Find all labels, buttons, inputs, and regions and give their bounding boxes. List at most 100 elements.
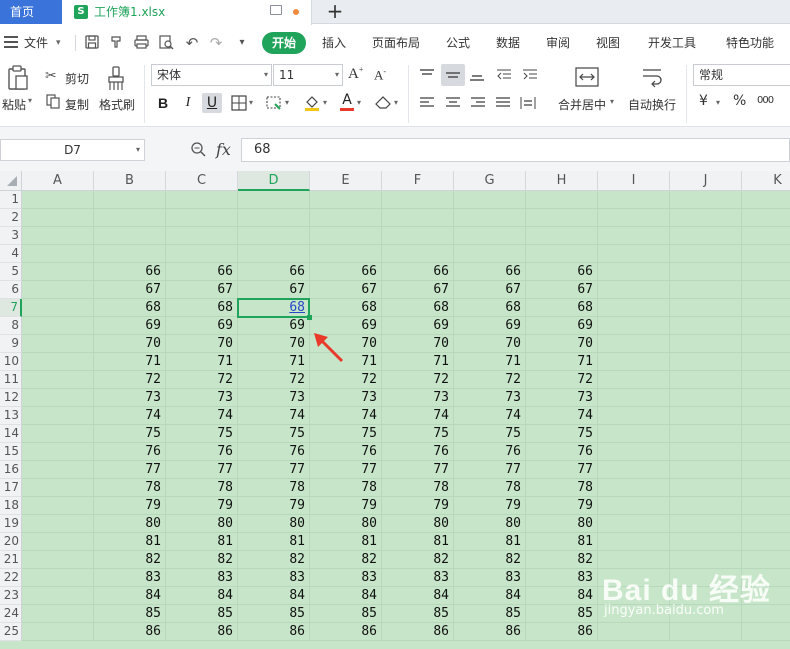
cell-e5[interactable]: 66 — [310, 263, 382, 281]
row-header[interactable]: 14 — [0, 425, 22, 443]
column-header-e[interactable]: E — [310, 171, 382, 191]
cell-j6[interactable] — [670, 281, 742, 299]
cell-e6[interactable]: 67 — [310, 281, 382, 299]
menu-view[interactable]: 视图 — [596, 25, 620, 61]
cell-d14[interactable]: 75 — [238, 425, 310, 443]
insert-function-button[interactable]: fx — [216, 139, 231, 161]
cell-h16[interactable]: 77 — [526, 461, 598, 479]
cell-e18[interactable]: 79 — [310, 497, 382, 515]
copy-button[interactable]: 复制 — [65, 96, 89, 113]
cell-c11[interactable]: 72 — [166, 371, 238, 389]
cell-g20[interactable]: 81 — [454, 533, 526, 551]
cell-c3[interactable] — [166, 227, 238, 245]
cell-h23[interactable]: 84 — [526, 587, 598, 605]
cell-a22[interactable] — [22, 569, 94, 587]
cell-b8[interactable]: 69 — [94, 317, 166, 335]
cell-f4[interactable] — [382, 245, 454, 263]
increase-font-icon[interactable]: A+ — [348, 65, 363, 83]
cell-k5[interactable] — [742, 263, 790, 281]
cell-g9[interactable]: 70 — [454, 335, 526, 353]
chevron-down-icon[interactable]: ▾ — [357, 98, 361, 107]
cell-f24[interactable]: 85 — [382, 605, 454, 623]
cell-a6[interactable] — [22, 281, 94, 299]
cell-d25[interactable]: 86 — [238, 623, 310, 641]
row-header[interactable]: 4 — [0, 245, 22, 263]
cell-d16[interactable]: 77 — [238, 461, 310, 479]
cell-j20[interactable] — [670, 533, 742, 551]
cell-i16[interactable] — [598, 461, 670, 479]
cell-g17[interactable]: 78 — [454, 479, 526, 497]
column-header-f[interactable]: F — [382, 171, 454, 191]
cell-e1[interactable] — [310, 191, 382, 209]
cell-c9[interactable]: 70 — [166, 335, 238, 353]
cell-h2[interactable] — [526, 209, 598, 227]
cell-h8[interactable]: 69 — [526, 317, 598, 335]
align-top-icon[interactable] — [419, 68, 435, 85]
cell-a14[interactable] — [22, 425, 94, 443]
cell-k1[interactable] — [742, 191, 790, 209]
chevron-down-icon[interactable]: ▾ — [323, 98, 327, 107]
cell-g7[interactable]: 68 — [454, 299, 526, 317]
wrap-text-icon[interactable] — [640, 66, 664, 91]
menu-features[interactable]: 特色功能 — [726, 25, 774, 61]
cell-c24[interactable]: 85 — [166, 605, 238, 623]
bold-icon[interactable]: B — [153, 93, 173, 113]
cell-j7[interactable] — [670, 299, 742, 317]
cell-f10[interactable]: 71 — [382, 353, 454, 371]
cell-a13[interactable] — [22, 407, 94, 425]
cell-g23[interactable]: 84 — [454, 587, 526, 605]
cell-a19[interactable] — [22, 515, 94, 533]
cell-f22[interactable]: 83 — [382, 569, 454, 587]
cell-f14[interactable]: 75 — [382, 425, 454, 443]
cell-f7[interactable]: 68 — [382, 299, 454, 317]
row-header[interactable]: 22 — [0, 569, 22, 587]
cell-h1[interactable] — [526, 191, 598, 209]
cell-g14[interactable]: 75 — [454, 425, 526, 443]
chevron-down-icon[interactable]: ▾ — [394, 98, 398, 107]
cell-i13[interactable] — [598, 407, 670, 425]
align-middle-icon[interactable] — [441, 64, 465, 86]
cell-k20[interactable] — [742, 533, 790, 551]
cell-a20[interactable] — [22, 533, 94, 551]
cell-e19[interactable]: 80 — [310, 515, 382, 533]
cell-style-icon[interactable] — [266, 95, 282, 114]
font-color-icon[interactable]: A — [340, 93, 354, 111]
cell-a2[interactable] — [22, 209, 94, 227]
row-header[interactable]: 8 — [0, 317, 22, 335]
customize-dropdown-icon[interactable]: ▾ — [234, 35, 250, 51]
cell-k11[interactable] — [742, 371, 790, 389]
cell-i12[interactable] — [598, 389, 670, 407]
cell-c18[interactable]: 79 — [166, 497, 238, 515]
cell-j1[interactable] — [670, 191, 742, 209]
cell-a17[interactable] — [22, 479, 94, 497]
cell-g10[interactable]: 71 — [454, 353, 526, 371]
cell-c2[interactable] — [166, 209, 238, 227]
tab-workbook[interactable]: S 工作簿1.xlsx — [62, 0, 312, 25]
align-center-icon[interactable] — [445, 96, 461, 113]
row-header[interactable]: 16 — [0, 461, 22, 479]
cell-c12[interactable]: 73 — [166, 389, 238, 407]
currency-button[interactable]: ¥ — [699, 93, 708, 109]
cell-i6[interactable] — [598, 281, 670, 299]
cell-k8[interactable] — [742, 317, 790, 335]
undo-icon[interactable]: ↶ — [184, 35, 200, 51]
cell-k7[interactable] — [742, 299, 790, 317]
cell-a15[interactable] — [22, 443, 94, 461]
hamburger-icon[interactable] — [4, 36, 18, 48]
cell-k17[interactable] — [742, 479, 790, 497]
cell-i17[interactable] — [598, 479, 670, 497]
cell-a12[interactable] — [22, 389, 94, 407]
cell-b23[interactable]: 84 — [94, 587, 166, 605]
cell-i20[interactable] — [598, 533, 670, 551]
chevron-down-icon[interactable]: ▾ — [610, 97, 614, 106]
cell-c19[interactable]: 80 — [166, 515, 238, 533]
cell-b4[interactable] — [94, 245, 166, 263]
cell-g5[interactable]: 66 — [454, 263, 526, 281]
select-all-corner[interactable] — [0, 171, 22, 191]
align-bottom-icon[interactable] — [469, 68, 485, 85]
row-header[interactable]: 20 — [0, 533, 22, 551]
row-header[interactable]: 11 — [0, 371, 22, 389]
wrap-text-button[interactable]: 自动换行 — [628, 96, 676, 113]
row-header[interactable]: 1 — [0, 191, 22, 209]
cell-b7[interactable]: 68 — [94, 299, 166, 317]
